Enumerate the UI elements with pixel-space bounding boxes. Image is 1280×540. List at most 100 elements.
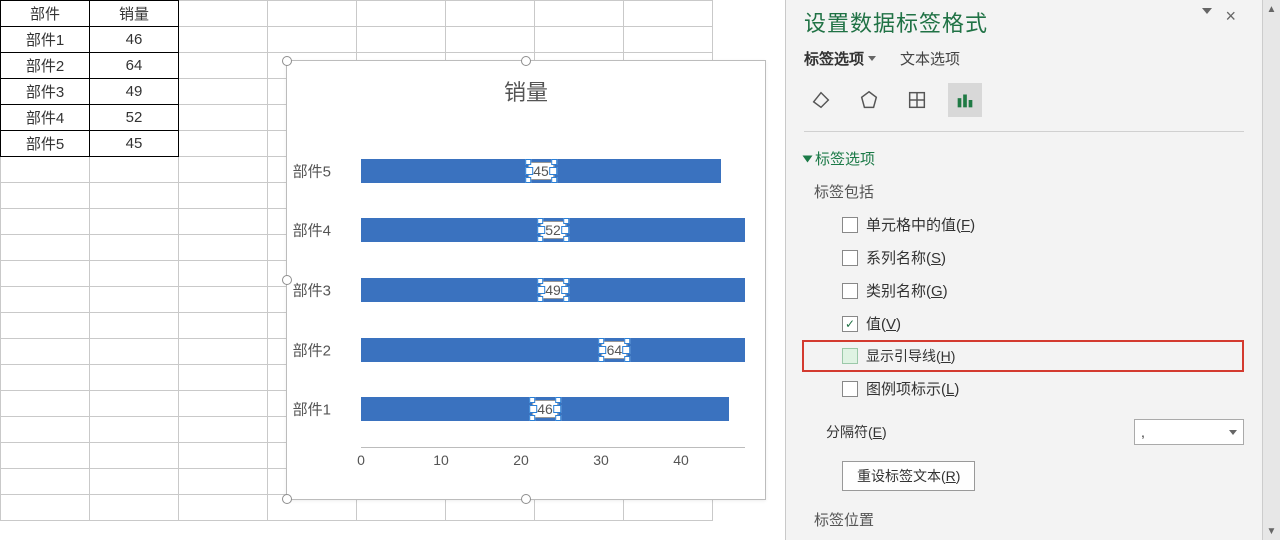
- cell[interactable]: [179, 443, 268, 469]
- cell[interactable]: [90, 183, 179, 209]
- cell[interactable]: [179, 287, 268, 313]
- chart-title[interactable]: 销量: [287, 61, 765, 111]
- cell[interactable]: 部件3: [1, 79, 90, 105]
- selection-handle[interactable]: [521, 494, 531, 504]
- cell[interactable]: [90, 157, 179, 183]
- cell[interactable]: [179, 183, 268, 209]
- table-header[interactable]: 销量: [90, 1, 179, 27]
- chart[interactable]: 销量 部件5 部件4 部件3 部件2 部件1 45: [286, 60, 766, 500]
- cell[interactable]: [1, 365, 90, 391]
- tab-label-options[interactable]: 标签选项: [804, 48, 876, 69]
- cell[interactable]: [446, 1, 535, 27]
- cell[interactable]: 部件2: [1, 53, 90, 79]
- cell[interactable]: [1, 339, 90, 365]
- checkbox-value[interactable]: 值(V): [804, 307, 1244, 340]
- cell[interactable]: [90, 235, 179, 261]
- separator-dropdown[interactable]: ,: [1134, 419, 1244, 445]
- checkbox-leader-lines-highlighted[interactable]: 显示引导线(H): [802, 340, 1244, 372]
- fill-line-icon[interactable]: [804, 83, 838, 117]
- cell[interactable]: [179, 105, 268, 131]
- cell[interactable]: 52: [90, 105, 179, 131]
- tab-text-options[interactable]: 文本选项: [900, 48, 960, 69]
- cell[interactable]: [179, 365, 268, 391]
- cell[interactable]: 部件4: [1, 105, 90, 131]
- cell[interactable]: [624, 27, 713, 53]
- cell[interactable]: [90, 391, 179, 417]
- cell[interactable]: [179, 157, 268, 183]
- data-label[interactable]: 64: [602, 341, 628, 359]
- cell[interactable]: 部件1: [1, 27, 90, 53]
- table-header[interactable]: 部件: [1, 1, 90, 27]
- cell[interactable]: [179, 235, 268, 261]
- cell[interactable]: [179, 313, 268, 339]
- cell[interactable]: [1, 287, 90, 313]
- checkbox-legend-key[interactable]: 图例项标示(L): [804, 372, 1244, 405]
- cell[interactable]: [179, 53, 268, 79]
- cell[interactable]: 部件5: [1, 131, 90, 157]
- pane-options-dropdown-icon[interactable]: [1202, 8, 1212, 14]
- cell[interactable]: [90, 339, 179, 365]
- cell[interactable]: [1, 183, 90, 209]
- cell[interactable]: [1, 443, 90, 469]
- section-label-options[interactable]: 标签选项: [804, 132, 1244, 177]
- cell[interactable]: [179, 417, 268, 443]
- scroll-down-icon[interactable]: ▼: [1263, 522, 1280, 540]
- label-options-icon[interactable]: [948, 83, 982, 117]
- cell[interactable]: [179, 27, 268, 53]
- cell[interactable]: [179, 495, 268, 521]
- cell[interactable]: [179, 209, 268, 235]
- cell[interactable]: [1, 417, 90, 443]
- data-label[interactable]: 46: [532, 400, 558, 418]
- cell[interactable]: [268, 1, 357, 27]
- cell[interactable]: [90, 287, 179, 313]
- data-label[interactable]: 49: [540, 281, 566, 299]
- cell[interactable]: [90, 261, 179, 287]
- checkbox-category-name[interactable]: 类别名称(G): [804, 274, 1244, 307]
- cell[interactable]: [90, 365, 179, 391]
- cell[interactable]: [179, 131, 268, 157]
- scroll-up-icon[interactable]: ▲: [1263, 0, 1280, 18]
- cell[interactable]: [179, 79, 268, 105]
- checkbox-cell-value[interactable]: 单元格中的值(F): [804, 208, 1244, 241]
- cell[interactable]: [1, 209, 90, 235]
- cell[interactable]: [179, 469, 268, 495]
- cell[interactable]: [624, 1, 713, 27]
- cell[interactable]: [268, 27, 357, 53]
- cell[interactable]: [90, 313, 179, 339]
- cell[interactable]: [357, 27, 446, 53]
- cell[interactable]: [1, 391, 90, 417]
- size-properties-icon[interactable]: [900, 83, 934, 117]
- checkbox-series-name[interactable]: 系列名称(S): [804, 241, 1244, 274]
- cell[interactable]: [1, 313, 90, 339]
- x-axis[interactable]: 0 10 20 30 40: [361, 447, 745, 467]
- cell[interactable]: [446, 27, 535, 53]
- chart-plot-area[interactable]: 部件5 部件4 部件3 部件2 部件1 45: [337, 141, 745, 439]
- cell[interactable]: [90, 469, 179, 495]
- cell[interactable]: [179, 1, 268, 27]
- cell[interactable]: [357, 1, 446, 27]
- cell[interactable]: 45: [90, 131, 179, 157]
- cell[interactable]: [1, 495, 90, 521]
- effects-icon[interactable]: [852, 83, 886, 117]
- cell[interactable]: [179, 261, 268, 287]
- reset-label-text-button[interactable]: 重设标签文本(R): [842, 461, 975, 491]
- cell[interactable]: [90, 209, 179, 235]
- data-label[interactable]: 45: [528, 162, 554, 180]
- cell[interactable]: [1, 261, 90, 287]
- cell[interactable]: [90, 443, 179, 469]
- cell[interactable]: 46: [90, 27, 179, 53]
- cell[interactable]: [535, 27, 624, 53]
- selection-handle[interactable]: [282, 494, 292, 504]
- cell[interactable]: 49: [90, 79, 179, 105]
- cell[interactable]: [179, 391, 268, 417]
- cell[interactable]: [1, 469, 90, 495]
- selection-handle[interactable]: [521, 56, 531, 66]
- cell[interactable]: [1, 157, 90, 183]
- pane-scrollbar[interactable]: ▲ ▼: [1262, 0, 1280, 540]
- data-label[interactable]: 52: [540, 221, 566, 239]
- cell[interactable]: [90, 417, 179, 443]
- close-icon[interactable]: ×: [1225, 6, 1236, 27]
- cell[interactable]: [1, 235, 90, 261]
- cell[interactable]: [90, 495, 179, 521]
- cell[interactable]: 64: [90, 53, 179, 79]
